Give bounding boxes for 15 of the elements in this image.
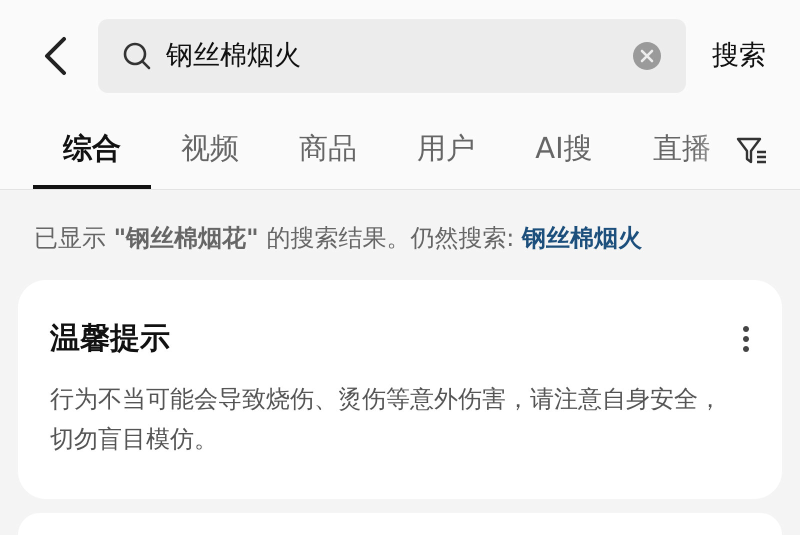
card-title: 温馨提示 bbox=[50, 320, 170, 358]
card-body: 行为不当可能会导致烧伤、烫伤等意外伤害，请注意自身安全，切勿盲目模仿。 bbox=[50, 384, 723, 455]
tab[interactable]: 综合 bbox=[33, 112, 151, 189]
search-button[interactable]: 搜索 bbox=[712, 36, 766, 76]
tab[interactable]: AI搜 bbox=[505, 112, 623, 189]
more-icon[interactable] bbox=[742, 324, 750, 352]
search-link[interactable]: 钢丝棉烟火 bbox=[522, 224, 642, 252]
tab[interactable]: 商品 bbox=[269, 112, 387, 189]
tab[interactable]: 直播 bbox=[623, 112, 741, 189]
tab[interactable]: 用户 bbox=[387, 112, 505, 189]
filter-icon[interactable] bbox=[736, 136, 768, 166]
search-field[interactable]: 钢丝棉烟火 bbox=[98, 19, 686, 93]
search-icon bbox=[122, 41, 152, 71]
search-notice: 已显示 "钢丝棉烟花" 的搜索结果。仍然搜索: 钢丝棉烟火 bbox=[34, 223, 643, 254]
tab[interactable]: 视频 bbox=[151, 112, 269, 189]
